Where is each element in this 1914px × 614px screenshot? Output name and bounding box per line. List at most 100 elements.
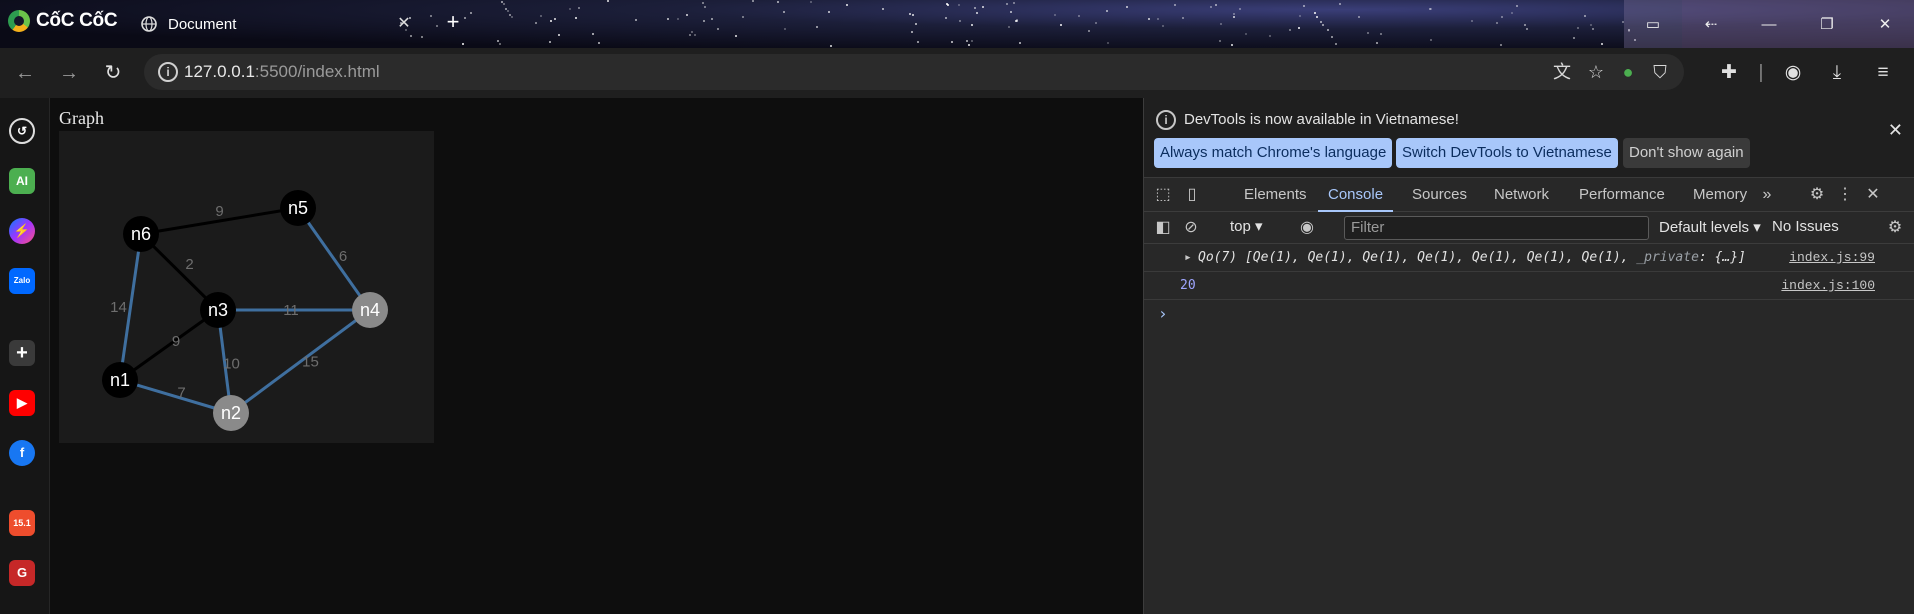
sidebar-toggle-icon[interactable]: ◧	[1152, 217, 1174, 239]
game-icon[interactable]: G	[9, 560, 35, 586]
translate-icon[interactable]: 文	[1550, 60, 1574, 84]
graph-node-label: n1	[110, 370, 130, 390]
console-filter-input[interactable]: Filter	[1344, 216, 1649, 240]
youtube-icon[interactable]: ▶	[9, 390, 35, 416]
console-prompt-row[interactable]: ›	[1144, 300, 1914, 328]
edge-weight-label: 15	[302, 354, 319, 371]
more-tabs-icon[interactable]: »	[1756, 184, 1778, 206]
clear-console-icon[interactable]: ⊘	[1180, 217, 1202, 239]
page-heading: Graph	[59, 108, 104, 128]
log-levels-select[interactable]: Default levels ▾	[1659, 218, 1761, 236]
log-source-link[interactable]: index.js:99	[1789, 250, 1875, 265]
site-info-icon[interactable]: i	[158, 62, 178, 82]
graph-node-label: n5	[288, 198, 308, 218]
console-log-row[interactable]: 20 index.js:100	[1144, 272, 1914, 300]
switch-to-vietnamese-button[interactable]: Switch DevTools to Vietnamese	[1396, 138, 1618, 168]
back-icon[interactable]: ←	[12, 60, 38, 86]
menu-icon[interactable]: ≡	[1870, 60, 1896, 86]
brand-name: CốC CốC	[36, 10, 118, 31]
dark-mode-icon[interactable]: ●	[1616, 60, 1640, 84]
tab-close-icon[interactable]: ✕	[392, 12, 416, 36]
history-icon[interactable]: ↺	[9, 118, 35, 144]
banner-text: DevTools is now available in Vietnamese!	[1184, 111, 1459, 128]
graph-edge-n3-n1	[119, 308, 219, 382]
reload-icon[interactable]: ↻	[100, 60, 126, 86]
settings-gear-icon[interactable]: ⚙	[1806, 184, 1828, 206]
devtools-tabs: ⬚ ▯ Elements Console Sources Network Per…	[1144, 178, 1914, 212]
edge-weight-label: 14	[110, 299, 127, 316]
browser-toolbar: ← → ↻ i 127.0.0.1:5500/index.html 文 ☆ ● …	[0, 48, 1914, 98]
device-toolbar-icon[interactable]: ▯	[1181, 184, 1203, 206]
browser-sidebar: ↺ AI ⚡ Zalo + ▶ f 15.1 G	[0, 98, 50, 614]
title-bar: CốC CốC Document ✕ + ▭ ⇠ — ❐ ✕	[0, 0, 1914, 48]
toolbar-divider: |	[1758, 62, 1764, 83]
bookmark-star-icon[interactable]: ☆	[1584, 60, 1608, 84]
log-number: 20	[1180, 278, 1196, 293]
graph-node-label: n2	[221, 403, 241, 423]
graph-node-label: n6	[131, 224, 151, 244]
dont-show-again-button[interactable]: Don't show again	[1623, 138, 1750, 168]
issues-counter[interactable]: No Issues	[1772, 218, 1839, 235]
tab-search-icon[interactable]: ▭	[1624, 0, 1682, 48]
edge-weight-label: 9	[215, 203, 223, 220]
log-message: Qo(7) [Qe(1), Qe(1), Qe(1), Qe(1), Qe(1)…	[1198, 250, 1746, 265]
context-select[interactable]: top ▾	[1230, 217, 1263, 235]
tab-console[interactable]: Console	[1318, 178, 1394, 212]
tab-title: Document	[168, 15, 237, 33]
globe-icon	[141, 16, 157, 32]
browser-brand: CốC CốC	[8, 10, 118, 32]
graph-node-label: n4	[360, 300, 380, 320]
new-tab-button[interactable]: +	[440, 10, 466, 36]
ai-icon[interactable]: AI	[9, 168, 35, 194]
edge-weight-label: 7	[177, 385, 185, 402]
live-expression-eye-icon[interactable]: ◉	[1296, 217, 1318, 239]
always-match-language-button[interactable]: Always match Chrome's language	[1154, 138, 1393, 168]
inspect-element-icon[interactable]: ⬚	[1152, 184, 1174, 206]
close-devtools-icon[interactable]: ✕	[1862, 184, 1884, 206]
language-banner: i DevTools is now available in Vietnames…	[1144, 98, 1914, 178]
back-tab-icon[interactable]: ⇠	[1682, 0, 1740, 48]
web-page: Graph 9 2 14 6 11 9 10 15 7 n1 n2 n3 n4 n5 n6	[50, 98, 1143, 614]
forward-icon[interactable]: →	[56, 60, 82, 86]
close-window-icon[interactable]: ✕	[1856, 0, 1914, 48]
edge-weight-label: 2	[185, 256, 193, 273]
console-log-row[interactable]: ▸ Qo(7) [Qe(1), Qe(1), Qe(1), Qe(1), Qe(…	[1144, 244, 1914, 272]
console-toolbar: ◧ ⊘ top ▾ ◉ Filter Default levels ▾ No I…	[1144, 212, 1914, 244]
graph-edge-n4-n2	[230, 308, 371, 415]
add-app-icon[interactable]: +	[9, 340, 35, 366]
devtools-panel: i DevTools is now available in Vietnames…	[1143, 98, 1914, 614]
profile-icon[interactable]: ◉	[1780, 60, 1806, 86]
more-options-icon[interactable]: ⋮	[1834, 184, 1856, 206]
chevron-down-icon: ▾	[1753, 219, 1761, 236]
log-source-link[interactable]: index.js:100	[1781, 278, 1875, 293]
chevron-down-icon: ▾	[1255, 218, 1263, 235]
extensions-icon[interactable]: ✚	[1716, 60, 1742, 86]
coccoc-logo-icon	[8, 10, 30, 32]
tab-memory[interactable]: Memory	[1693, 178, 1747, 212]
shield-icon[interactable]: ⛉	[1648, 60, 1672, 84]
address-bar[interactable]: i 127.0.0.1:5500/index.html 文 ☆ ● ⛉	[144, 54, 1684, 90]
shopee-icon[interactable]: 15.1	[9, 510, 35, 536]
tab-document[interactable]: Document ✕	[130, 6, 430, 42]
minimize-icon[interactable]: —	[1740, 0, 1798, 48]
graph-svg: 9 2 14 6 11 9 10 15 7 n1 n2 n3 n4 n5 n6	[102, 190, 388, 431]
console-settings-icon[interactable]: ⚙	[1884, 217, 1906, 239]
close-banner-icon[interactable]: ✕	[1888, 120, 1903, 141]
tab-network[interactable]: Network	[1494, 178, 1549, 212]
console-prompt-icon[interactable]: ›	[1158, 304, 1168, 323]
messenger-icon[interactable]: ⚡	[9, 218, 35, 244]
graph-container: 9 2 14 6 11 9 10 15 7 n1 n2 n3 n4 n5 n6	[59, 131, 434, 443]
download-icon[interactable]: ⤓	[1824, 60, 1850, 86]
graph-node-label: n3	[208, 300, 228, 320]
tab-sources[interactable]: Sources	[1412, 178, 1467, 212]
edge-weight-label: 11	[283, 302, 299, 319]
tab-elements[interactable]: Elements	[1244, 178, 1307, 212]
url-text: 127.0.0.1:5500/index.html	[184, 62, 380, 81]
expand-triangle-icon[interactable]: ▸	[1184, 250, 1192, 265]
maximize-icon[interactable]: ❐	[1798, 0, 1856, 48]
tab-performance[interactable]: Performance	[1579, 178, 1665, 212]
zalo-icon[interactable]: Zalo	[9, 268, 35, 294]
edge-weight-label: 6	[339, 248, 347, 265]
edge-weight-label: 9	[172, 333, 180, 350]
facebook-icon[interactable]: f	[9, 440, 35, 466]
